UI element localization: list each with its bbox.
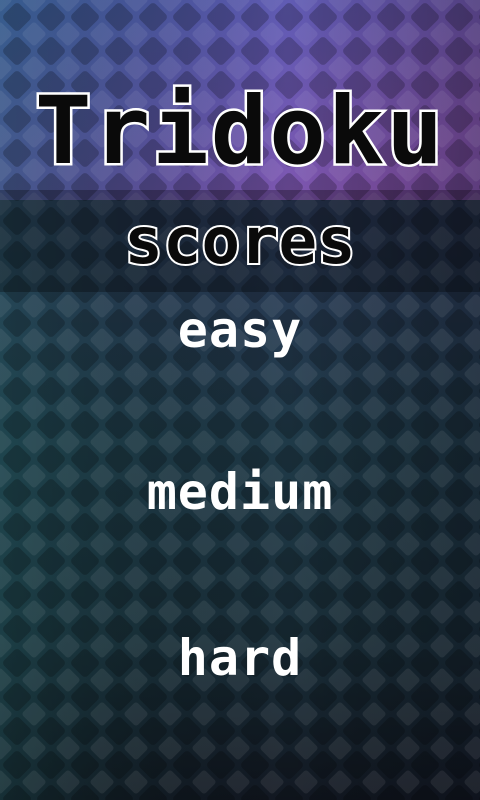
easy-button[interactable]: easy — [0, 298, 480, 362]
hard-button[interactable]: hard — [0, 626, 480, 690]
scores-screen: Tridoku scores easy medium hard — [0, 0, 480, 800]
app-title: Tridoku — [32, 75, 446, 189]
medium-button[interactable]: medium — [0, 460, 480, 524]
screen-title: scores — [122, 203, 357, 281]
